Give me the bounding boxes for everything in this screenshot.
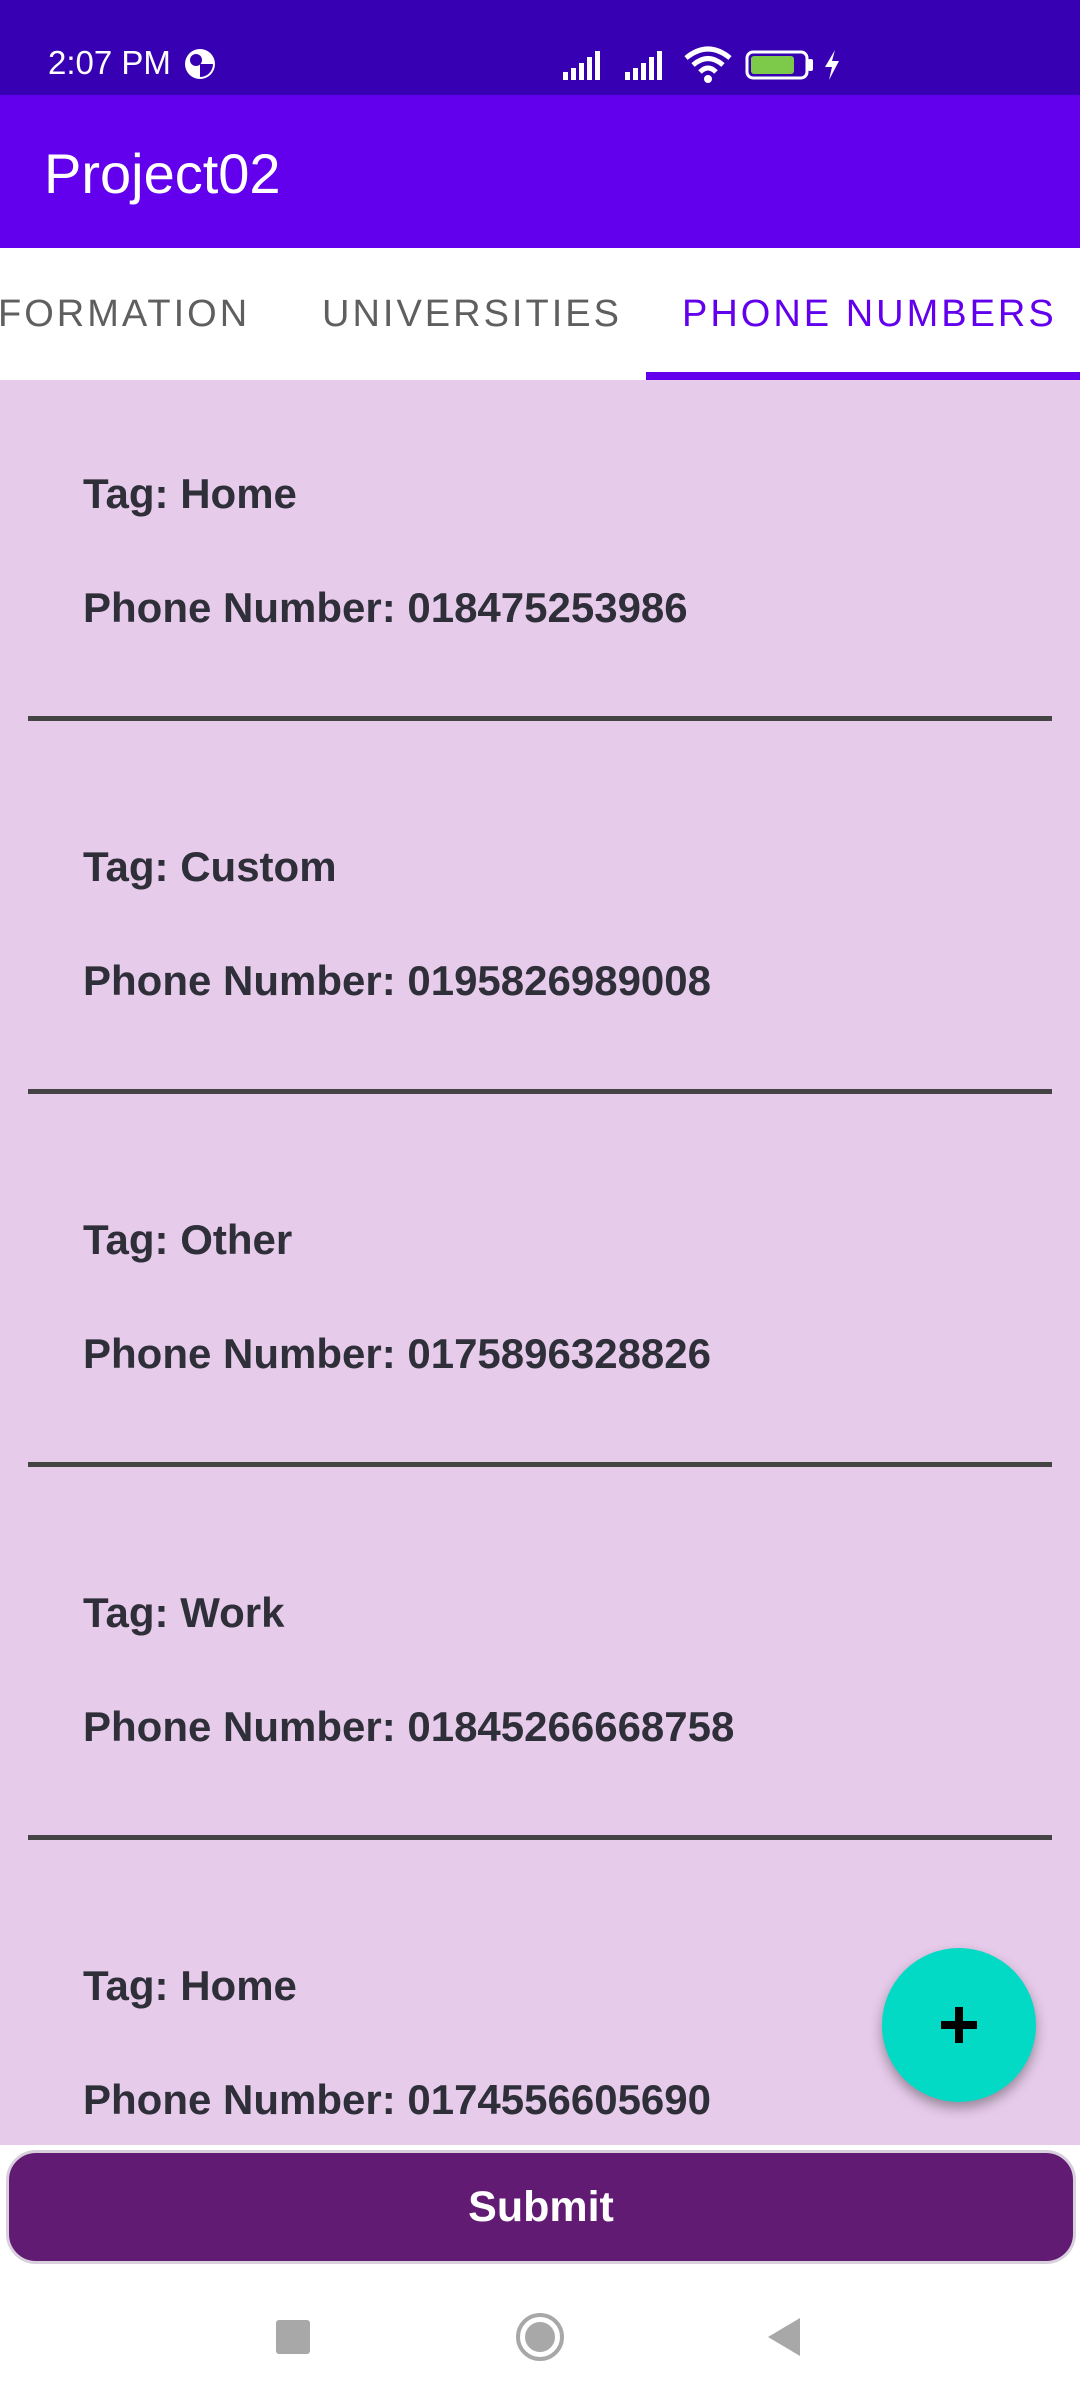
screen: 2:07 PM Project02 FORMATION UNIVERSITIES… [0, 0, 1080, 2400]
app-title: Project02 [44, 142, 281, 205]
phone-number-list[interactable]: Tag: Home Phone Number: 018475253986 Tag… [0, 380, 1080, 2145]
status-time: 2:07 PM [48, 44, 171, 81]
status-bar: 2:07 PM [0, 0, 1080, 95]
divider [28, 1835, 1052, 1840]
tab-universities[interactable]: UNIVERSITIES [322, 248, 622, 380]
wifi-icon [683, 44, 733, 84]
phone-tag: Tag: Custom [83, 843, 337, 890]
square-icon[interactable] [268, 2312, 318, 2362]
divider [28, 716, 1052, 721]
submit-button[interactable]: Submit [6, 2150, 1076, 2264]
divider [28, 1089, 1052, 1094]
tab-phone-numbers[interactable]: PHONE NUMBERS [682, 248, 1057, 380]
phone-number: Phone Number: 0175896328826 [83, 1330, 712, 1377]
battery-icon [745, 44, 815, 84]
phone-number: Phone Number: 018475253986 [83, 584, 688, 631]
submit-area: Submit [0, 2145, 1080, 2272]
list-item[interactable]: Tag: Home Phone Number: 018475253986 [0, 380, 1080, 753]
phone-number: Phone Number: 01845266668758 [83, 1703, 735, 1750]
app-notification-icon [183, 47, 217, 81]
phone-tag: Tag: Work [83, 1589, 285, 1636]
add-phone-button[interactable] [882, 1948, 1036, 2102]
phone-tag: Tag: Home [83, 1962, 297, 2009]
tab-bar: FORMATION UNIVERSITIES PHONE NUMBERS [0, 248, 1080, 380]
signal-icon [561, 44, 609, 84]
tab-indicator [646, 372, 1080, 380]
list-item[interactable]: Tag: Custom Phone Number: 0195826989008 [0, 753, 1080, 1126]
phone-tag: Tag: Home [83, 470, 297, 517]
circle-icon[interactable] [515, 2312, 565, 2362]
tab-information[interactable]: FORMATION [0, 248, 250, 380]
triangle-back-icon[interactable] [760, 2312, 810, 2362]
navigation-bar [0, 2272, 1080, 2400]
phone-number: Phone Number: 0174556605690 [83, 2076, 712, 2123]
signal-icon [623, 44, 671, 84]
list-item[interactable]: Tag: Work Phone Number: 01845266668758 [0, 1499, 1080, 1872]
plus-icon [941, 2007, 977, 2043]
list-item[interactable]: Tag: Other Phone Number: 0175896328826 [0, 1126, 1080, 1499]
divider [28, 1462, 1052, 1467]
app-bar: Project02 [0, 95, 1080, 248]
phone-number: Phone Number: 0195826989008 [83, 957, 712, 1004]
charging-icon [822, 44, 842, 84]
phone-tag: Tag: Other [83, 1216, 293, 1263]
